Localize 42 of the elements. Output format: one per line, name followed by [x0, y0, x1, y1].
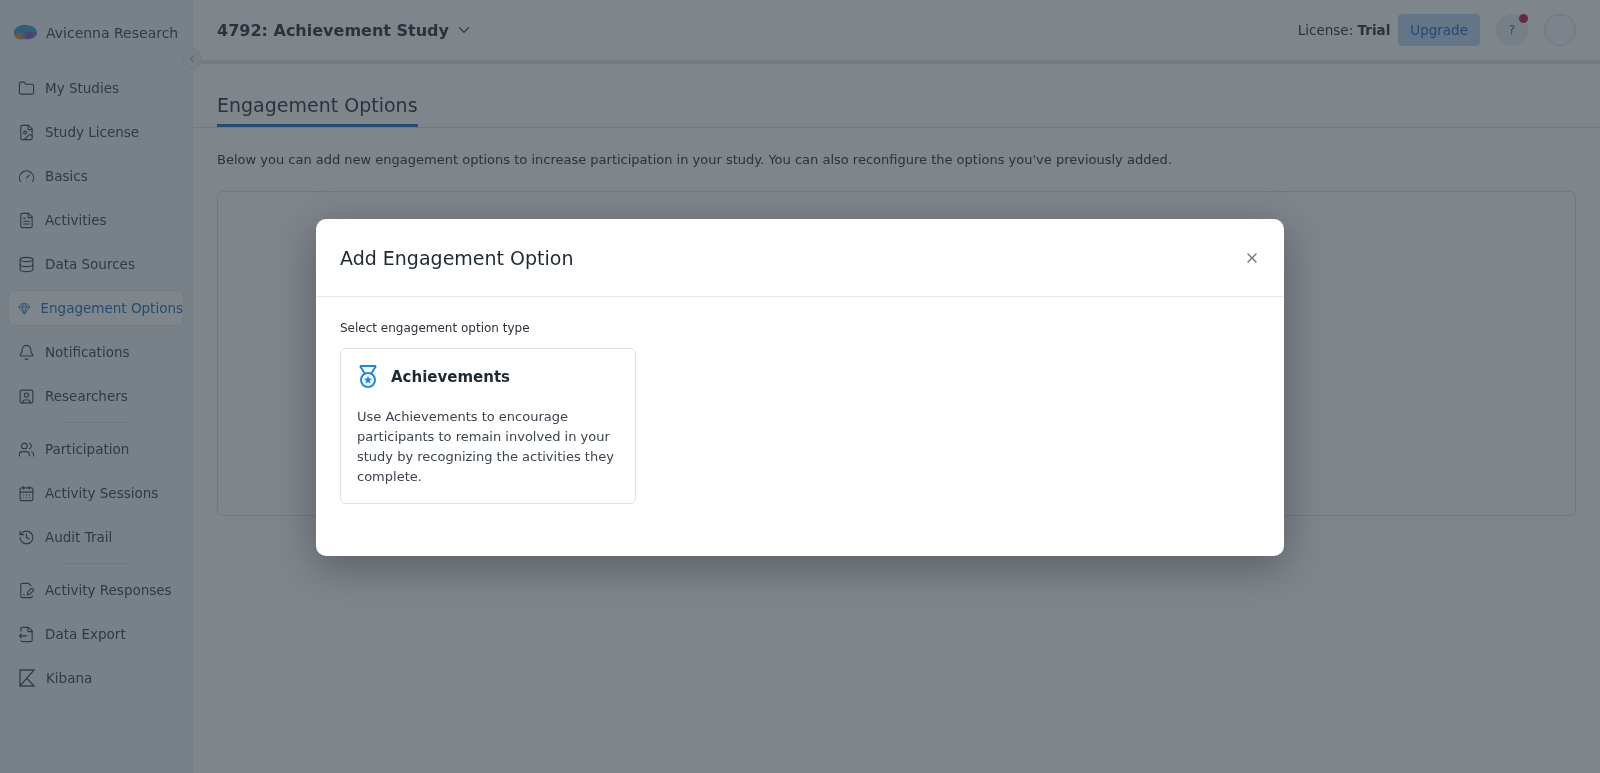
- sidebar-item[interactable]: Audit Trail: [8, 519, 184, 555]
- sidebar-item[interactable]: Activity Responses: [8, 572, 184, 608]
- modal-prompt: Select engagement option type: [340, 321, 531, 335]
- sidebar-item[interactable]: Data Export: [8, 616, 184, 652]
- users-icon: [18, 440, 35, 458]
- sidebar-item[interactable]: Activities: [8, 202, 184, 238]
- bell-icon: [18, 343, 35, 361]
- upgrade-button[interactable]: Upgrade: [1398, 14, 1480, 46]
- folder-icon: [18, 79, 35, 97]
- export-icon: [18, 625, 35, 643]
- sidebar-item[interactable]: Participation: [8, 431, 184, 467]
- sidebar-item[interactable]: Basics: [8, 158, 184, 194]
- sidebar-item[interactable]: Study License: [8, 114, 184, 150]
- signed-document-icon: [18, 581, 35, 599]
- study-selector[interactable]: 4792: Achievement Study: [217, 20, 473, 40]
- sidebar-item[interactable]: Data Sources: [8, 246, 184, 282]
- document-icon: [18, 123, 35, 141]
- sidebar-item[interactable]: Kibana: [8, 660, 184, 696]
- option-card[interactable]: Achievements Use Achievements to encourage participants to remain involved in your study by recognizing the activities they complete.: [340, 348, 636, 504]
- document-icon: [18, 211, 35, 229]
- kibana-icon: [18, 669, 36, 687]
- gauge-icon: [18, 167, 35, 185]
- calendar-icon: [18, 484, 35, 502]
- license-status: License: Trial: [1297, 22, 1391, 38]
- id-badge-icon: [18, 387, 35, 405]
- option-title: Achievements: [391, 368, 511, 386]
- sidebar-item[interactable]: Engagement Options: [8, 290, 184, 326]
- medal-icon: [357, 365, 379, 389]
- brand-name: Avicenna Research: [46, 25, 179, 41]
- sidebar-item[interactable]: My Studies: [8, 70, 184, 106]
- page-tab[interactable]: Engagement Options: [217, 88, 418, 127]
- page-description: Below you can add new engagement options to increase participation in your study. You can also reconfigure the options you've previously added.: [217, 152, 1173, 167]
- modal-title: Add Engagement Option: [340, 246, 575, 269]
- collapse-sidebar-button[interactable]: [182, 49, 202, 69]
- sidebar-item[interactable]: Researchers: [8, 378, 184, 414]
- help-button[interactable]: ?: [1496, 14, 1528, 46]
- history-icon: [18, 528, 35, 546]
- option-description: Use Achievements to encourage participants to remain involved in your study by recognizing the activities they complete.: [357, 408, 615, 486]
- database-icon: [18, 255, 35, 273]
- sidebar-item[interactable]: Activity Sessions: [8, 475, 184, 511]
- brain-logo-icon: [12, 24, 38, 42]
- sidebar-item[interactable]: Notifications: [8, 334, 184, 370]
